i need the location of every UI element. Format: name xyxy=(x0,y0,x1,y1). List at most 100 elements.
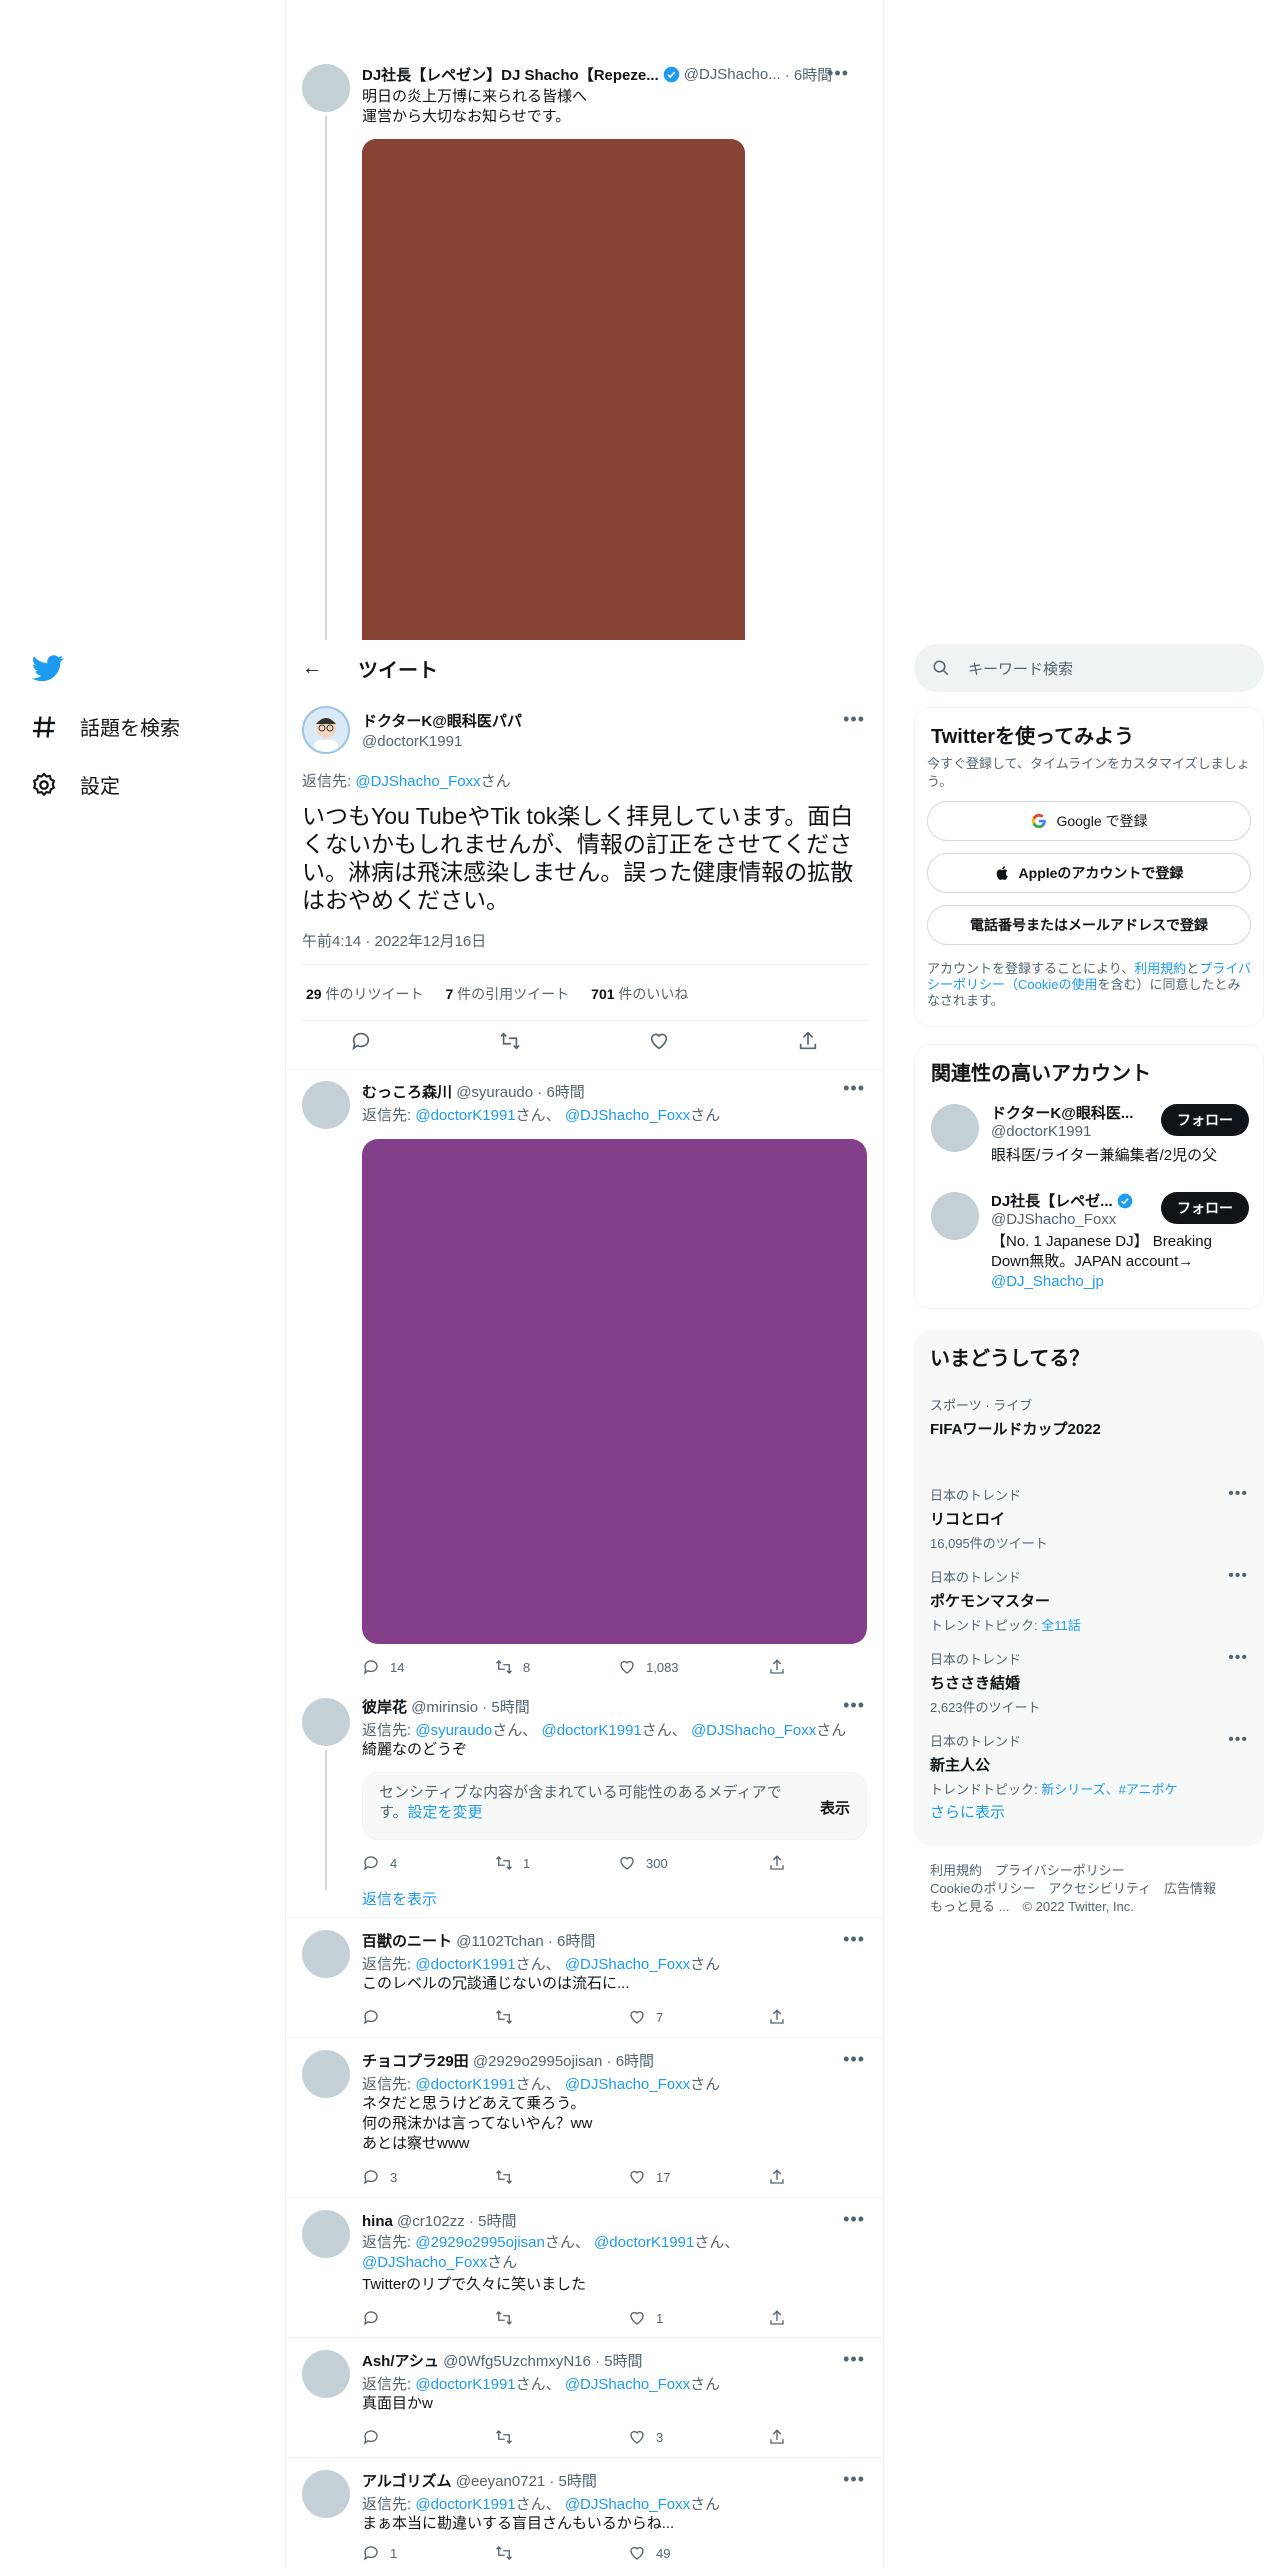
trend-item[interactable]: 日本のトレンド ちささき結婚 2,623件のツイート ••• xyxy=(914,1637,1264,1719)
more-icon[interactable]: ••• xyxy=(1228,1485,1248,1503)
author-name[interactable]: 百獣のニート xyxy=(362,1933,452,1950)
follow-button[interactable]: フォロー xyxy=(1161,1104,1249,1136)
retweet-button[interactable] xyxy=(495,2309,628,2327)
more-icon[interactable]: ••• xyxy=(1228,1731,1248,1749)
like-button[interactable]: 7 xyxy=(628,2008,768,2026)
mention-link[interactable]: @DJShacho_Foxx xyxy=(565,2496,690,2513)
author-name[interactable]: アルゴリズム xyxy=(362,2473,452,2490)
tweet-media-image[interactable] xyxy=(362,139,745,642)
mention-link[interactable]: @DJShacho_Foxx xyxy=(565,1956,690,1973)
author-handle[interactable]: @doctorK1991 xyxy=(362,733,522,750)
author-name[interactable]: hina xyxy=(362,2213,393,2230)
mention-link[interactable]: @DJShacho_Foxx xyxy=(565,1107,690,1124)
trend-item[interactable]: 日本のトレンド 新主人公 トレンドトピック: 新シリーズ、#アニポケ ••• xyxy=(914,1719,1264,1801)
trend-item[interactable]: 日本のトレンド リコとロイ 16,095件のツイート ••• xyxy=(914,1473,1264,1555)
reply-tweet[interactable]: Ash/アシュ @0Wfg5UzchmxyN16 · 5時間 返信先: @doc… xyxy=(286,2338,883,2458)
avatar[interactable] xyxy=(302,706,350,754)
reply-icon[interactable] xyxy=(350,1030,372,1052)
author-handle[interactable]: @1102Tchan xyxy=(456,1933,544,1950)
reply-tweet[interactable]: チョコプラ29田 @2929o2995ojisan · 6時間 返信先: @do… xyxy=(286,2038,883,2198)
tweet-time[interactable]: · 5時間 xyxy=(549,2473,597,2490)
more-icon[interactable]: ••• xyxy=(843,2210,865,2228)
retweet-button[interactable]: 8 xyxy=(495,1658,618,1676)
share-icon[interactable] xyxy=(797,1030,819,1052)
mention-link[interactable]: @doctorK1991 xyxy=(415,1956,515,1973)
tweet-time[interactable]: · 6時間 xyxy=(785,64,833,85)
avatar[interactable] xyxy=(302,2210,350,2258)
author-handle[interactable]: @0Wfg5UzchmxyN16 xyxy=(443,2353,591,2370)
like-stat[interactable]: 701 件のいいね xyxy=(591,984,688,1004)
more-icon[interactable]: ••• xyxy=(843,1930,865,1948)
author-name[interactable]: Ash/アシュ xyxy=(362,2353,439,2370)
trend-topic-link[interactable]: 全11話 xyxy=(1041,1618,1081,1633)
avatar[interactable] xyxy=(302,2050,350,2098)
more-icon[interactable]: ••• xyxy=(843,2350,865,2368)
mention-link[interactable]: @doctorK1991 xyxy=(415,2496,515,2513)
nav-explore[interactable]: 話題を検索 xyxy=(30,712,180,741)
author-name[interactable]: チョコプラ29田 xyxy=(362,2053,469,2070)
retweet-button[interactable] xyxy=(495,2544,628,2562)
bio-link[interactable]: @DJ_Shacho_jp xyxy=(991,1273,1104,1290)
reply-tweet[interactable]: 彼岸花 @mirinsio · 5時間 返信先: @syuraudoさん、 @d… xyxy=(286,1696,883,1918)
nav-settings[interactable]: 設定 xyxy=(30,770,120,799)
avatar[interactable] xyxy=(931,1192,979,1240)
trend-item[interactable]: 日本のトレンド ポケモンマスター トレンドトピック: 全11話 ••• xyxy=(914,1555,1264,1637)
avatar[interactable] xyxy=(302,1698,350,1746)
retweet-button[interactable] xyxy=(495,2428,628,2446)
show-replies-link[interactable]: 返信を表示 xyxy=(362,1888,867,1909)
tweet-time[interactable]: · 6時間 xyxy=(537,1084,585,1101)
settings-link[interactable]: 設定を変更 xyxy=(408,1804,483,1821)
reply-button[interactable] xyxy=(362,2428,495,2446)
tweet-time[interactable]: · 6時間 xyxy=(607,2053,655,2070)
parent-tweet[interactable]: DJ社長【レペゼン】DJ Shacho【Repeze... @DJShacho.… xyxy=(286,50,883,696)
author-name[interactable]: ドクターK@眼科医パパ xyxy=(362,710,522,731)
follow-button[interactable]: フォロー xyxy=(1161,1192,1249,1224)
reply-tweet[interactable]: むっころ森川 @syuraudo · 6時間 返信先: @doctorK1991… xyxy=(286,1071,883,1696)
avatar[interactable] xyxy=(302,2350,350,2398)
like-button[interactable]: 1 xyxy=(628,2309,768,2327)
reply-button[interactable] xyxy=(362,2008,495,2026)
mention-link[interactable]: @doctorK1991 xyxy=(415,1107,515,1124)
retweet-icon[interactable] xyxy=(499,1030,521,1052)
trend-item[interactable]: スポーツ · ライブ FIFAワールドカップ2022 xyxy=(914,1383,1264,1473)
tweet-time[interactable]: · 5時間 xyxy=(595,2353,643,2370)
more-icon[interactable]: ••• xyxy=(843,2050,865,2068)
author-handle[interactable]: @syuraudo xyxy=(456,1084,533,1101)
mention-link[interactable]: @2929o2995ojisan xyxy=(415,2234,545,2251)
avatar[interactable] xyxy=(302,2470,350,2518)
share-button[interactable] xyxy=(768,1658,786,1676)
reply-button[interactable] xyxy=(362,2309,495,2327)
like-icon[interactable] xyxy=(648,1030,670,1052)
avatar[interactable] xyxy=(302,64,350,112)
more-icon[interactable]: ••• xyxy=(827,64,849,82)
tweet-time[interactable]: · 6時間 xyxy=(548,1933,596,1950)
share-button[interactable] xyxy=(768,2168,786,2186)
footer-links[interactable]: 利用規約 プライバシーポリシー Cookieのポリシー アクセシビリティ 広告情… xyxy=(930,1862,1216,1916)
apple-signup-button[interactable]: Appleのアカウントで登録 xyxy=(927,853,1251,893)
like-button[interactable]: 49 xyxy=(628,2544,768,2562)
search-input[interactable]: キーワード検索 xyxy=(968,658,1073,679)
search-bar[interactable]: キーワード検索 xyxy=(914,644,1264,692)
back-arrow-icon[interactable]: ← xyxy=(302,657,342,680)
avatar[interactable] xyxy=(302,1081,350,1129)
more-icon[interactable]: ••• xyxy=(843,2470,865,2488)
author-handle[interactable]: @eeyan0721 xyxy=(456,2473,545,2490)
share-button[interactable] xyxy=(768,2008,786,2026)
author-handle[interactable]: @mirinsio xyxy=(411,1699,478,1716)
mention-link[interactable]: @DJShacho_Foxx xyxy=(355,773,480,790)
like-button[interactable]: 300 xyxy=(618,1854,768,1872)
retweet-button[interactable]: 1 xyxy=(495,1854,618,1872)
reply-button[interactable]: 3 xyxy=(362,2168,495,2186)
author-handle[interactable]: @DJShacho... xyxy=(684,66,781,83)
account-item[interactable]: ドクターK@眼科医... @doctorK1991 眼科医/ライター兼編集者/2… xyxy=(915,1098,1263,1186)
mention-link[interactable]: @DJShacho_Foxx xyxy=(565,2076,690,2093)
retweet-stat[interactable]: 29 件のリツイート xyxy=(306,984,423,1004)
avatar[interactable] xyxy=(931,1104,979,1152)
author-handle[interactable]: @2929o2995ojisan xyxy=(473,2053,603,2070)
mention-link[interactable]: @doctorK1991 xyxy=(415,2376,515,2393)
google-signup-button[interactable]: Google で登録 xyxy=(927,801,1251,841)
share-button[interactable] xyxy=(768,2428,786,2446)
mention-link[interactable]: @doctorK1991 xyxy=(594,2234,694,2251)
tweet-media-image[interactable] xyxy=(362,1139,867,1644)
author-name[interactable]: DJ社長【レペゼン】DJ Shacho【Repeze... xyxy=(362,64,659,85)
